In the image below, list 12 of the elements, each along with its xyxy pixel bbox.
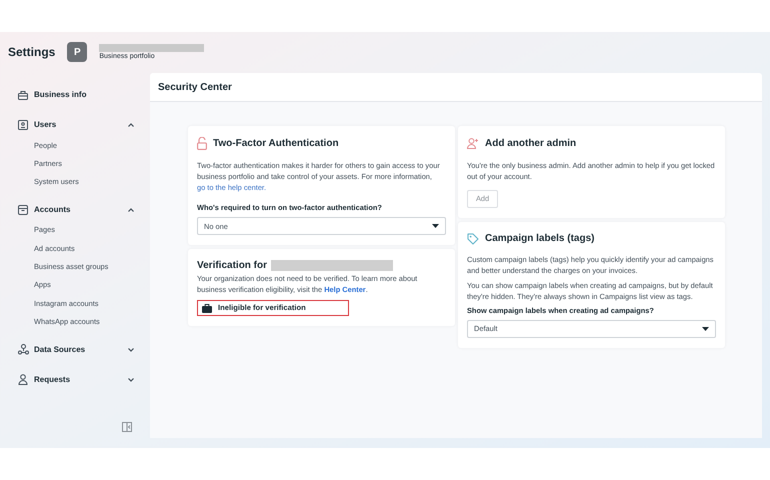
nav-section[interactable]: Accounts [34, 204, 128, 216]
page-title: Security Center [158, 80, 232, 94]
avatar: P [67, 42, 88, 62]
nav-section[interactable]: Users [34, 119, 128, 131]
nav-section[interactable]: Business info [34, 89, 134, 101]
card-title: Campaign labels (tags) [485, 232, 594, 246]
card-title: Two-Factor Authentication [213, 137, 339, 151]
card-title: Verification for [197, 259, 268, 274]
card-title: Add another admin [485, 137, 576, 151]
nav-section[interactable]: Data Sources [34, 344, 128, 356]
settings-title: Settings [8, 44, 56, 61]
nav-section[interactable]: Requests [34, 374, 128, 386]
